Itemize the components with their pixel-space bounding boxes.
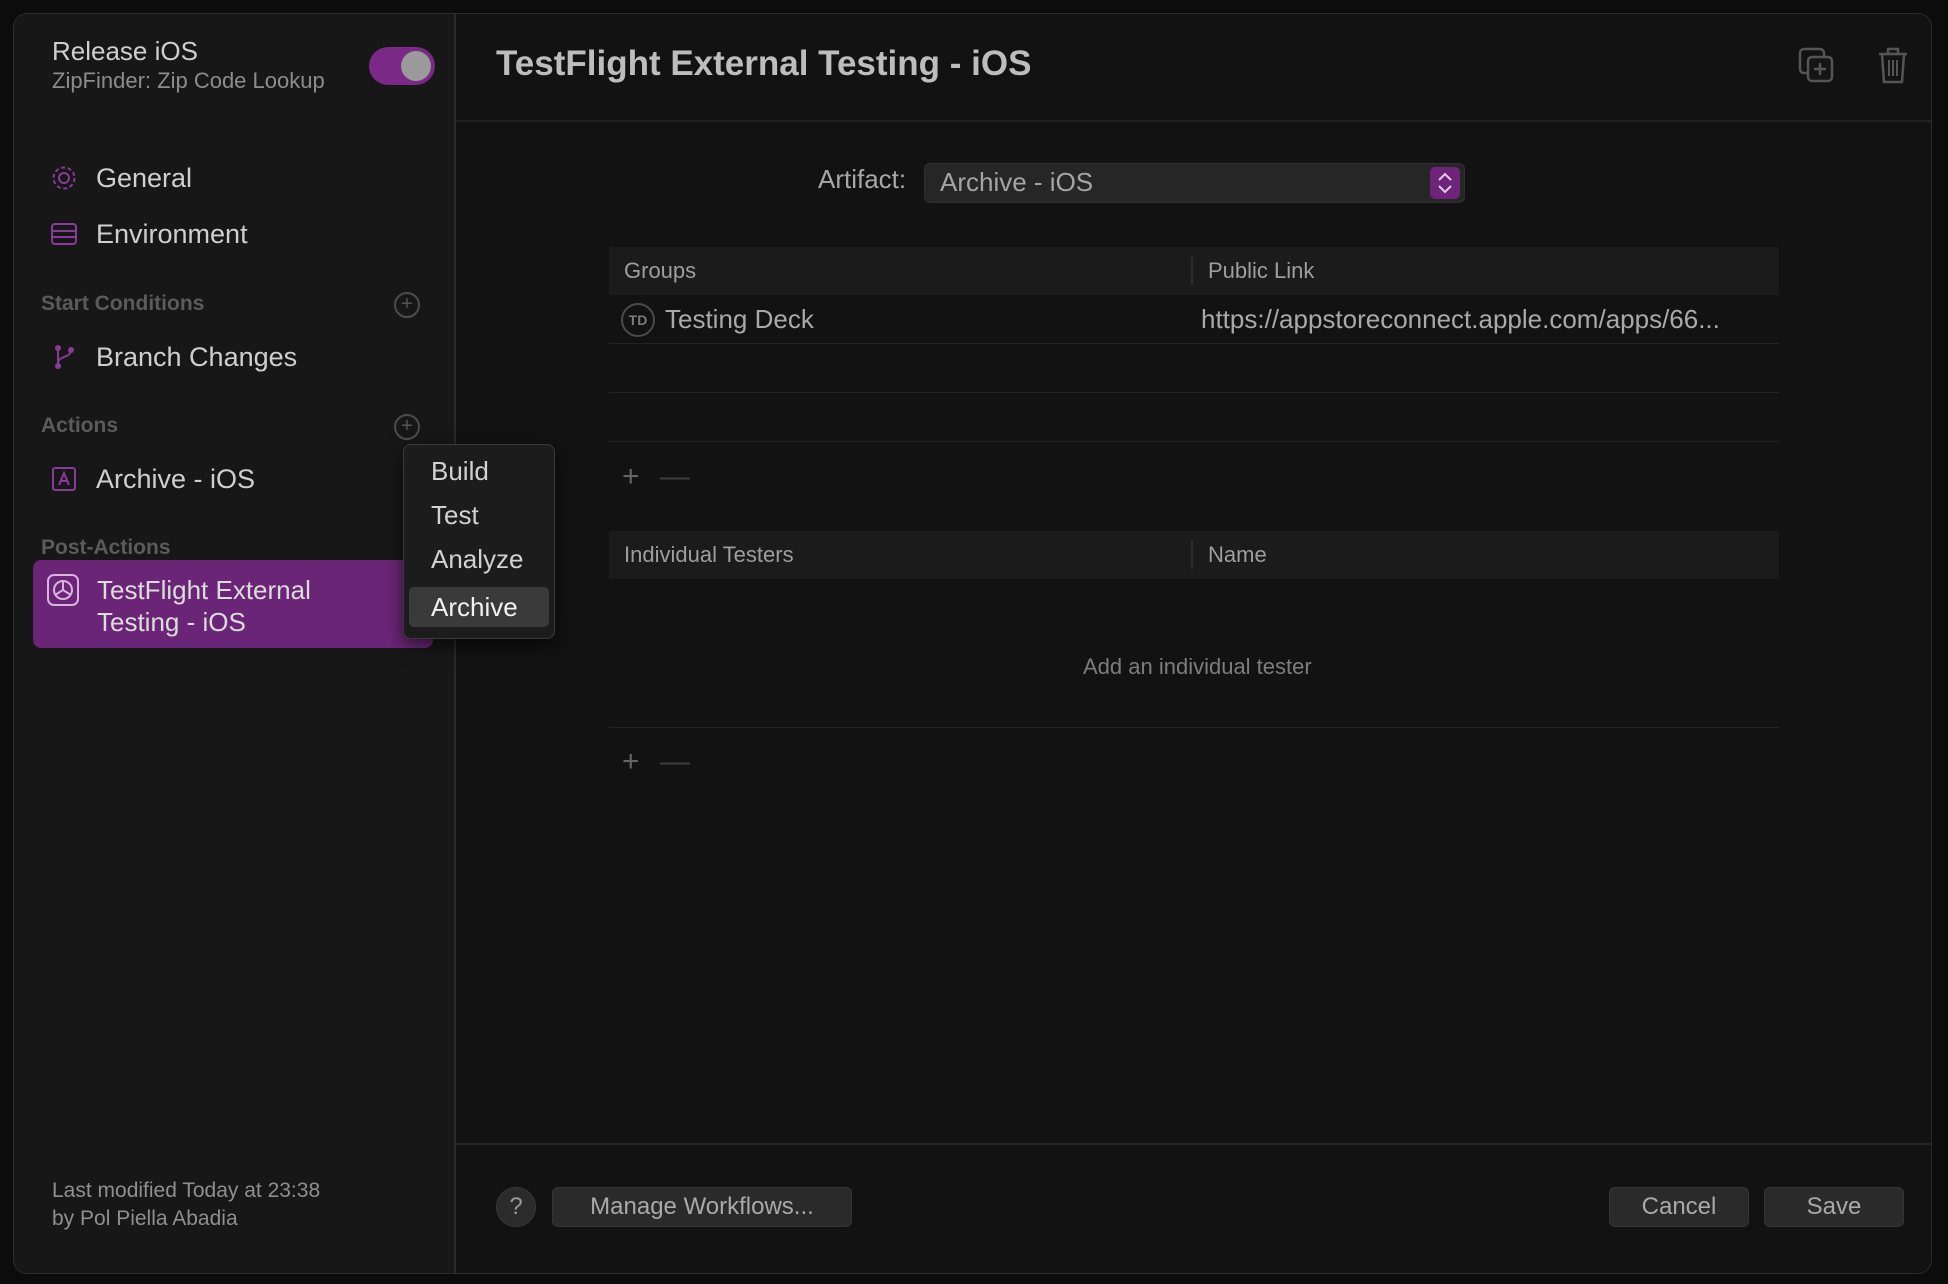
- last-modified-author: by Pol Piella Abadia: [52, 1207, 238, 1230]
- column-header-public-link[interactable]: Public Link: [1208, 247, 1314, 295]
- add-tester-button[interactable]: +: [622, 745, 640, 779]
- section-start-conditions: Start Conditions: [41, 292, 205, 315]
- artifact-select[interactable]: Archive - iOS: [924, 163, 1465, 203]
- last-modified-date: Last modified Today at 23:38: [52, 1179, 321, 1202]
- trash-icon[interactable]: [1873, 46, 1913, 86]
- sidebar-item-testflight-external[interactable]: TestFlight External Testing - iOS: [33, 560, 433, 648]
- add-action-menu: Build Test Analyze Archive: [403, 444, 555, 639]
- artifact-label: Artifact:: [818, 164, 907, 194]
- main-panel: TestFlight External Testing - iOS Artifa…: [456, 14, 1931, 1273]
- menu-item-archive[interactable]: Archive: [409, 587, 549, 627]
- empty-state-message[interactable]: Add an individual tester: [1083, 654, 1312, 680]
- bottom-bar: ? Manage Workflows... Cancel Save: [456, 1143, 1931, 1273]
- sidebar-item-archive-ios[interactable]: Archive - iOS: [48, 459, 255, 499]
- column-header-individual-testers[interactable]: Individual Testers: [624, 531, 794, 579]
- save-button[interactable]: Save: [1764, 1187, 1904, 1227]
- group-name: Testing Deck: [665, 304, 814, 334]
- add-action-button[interactable]: +: [394, 414, 420, 440]
- avatar: TD: [621, 303, 655, 337]
- last-modified: Last modified Today at 23:38 by Pol Piel…: [52, 1177, 320, 1233]
- table-row-empty: [609, 393, 1779, 442]
- archive-icon: [48, 463, 80, 495]
- sidebar-item-environment[interactable]: Environment: [48, 214, 248, 254]
- column-divider: [1191, 257, 1193, 285]
- sidebar-item-label-line2: Testing - iOS: [97, 607, 246, 637]
- add-group-button[interactable]: +: [622, 460, 640, 494]
- sidebar-item-label: General: [96, 162, 193, 193]
- sidebar: Release iOS ZipFinder: Zip Code Lookup G…: [14, 14, 456, 1273]
- table-row[interactable]: TD Testing Deck https://appstoreconnect.…: [609, 295, 1779, 344]
- sidebar-item-branch-changes[interactable]: Branch Changes: [48, 337, 297, 377]
- toggle-knob: [401, 51, 431, 81]
- testers-table-header: Individual Testers Name: [609, 531, 1779, 579]
- menu-item-analyze[interactable]: Analyze: [409, 539, 549, 579]
- workflow-title: Release iOS: [52, 36, 198, 66]
- sidebar-item-label: Environment: [96, 218, 248, 249]
- workflow-enabled-toggle[interactable]: [369, 47, 435, 85]
- table-row-empty: [609, 344, 1779, 393]
- remove-group-button[interactable]: —: [660, 460, 690, 494]
- menu-item-test[interactable]: Test: [409, 495, 549, 535]
- column-header-groups[interactable]: Groups: [624, 247, 696, 295]
- column-header-name[interactable]: Name: [1208, 531, 1267, 579]
- column-divider: [1191, 541, 1193, 569]
- sidebar-item-general[interactable]: General: [48, 158, 192, 198]
- sidebar-item-label: Branch Changes: [96, 341, 298, 372]
- cancel-button[interactable]: Cancel: [1609, 1187, 1749, 1227]
- chevron-updown-icon: [1430, 167, 1460, 199]
- testers-table: Individual Testers Name: [609, 531, 1779, 728]
- main-header: TestFlight External Testing - iOS: [456, 14, 1931, 122]
- public-link[interactable]: https://appstoreconnect.apple.com/apps/6…: [1201, 295, 1720, 343]
- testflight-icon: [47, 574, 79, 606]
- section-post-actions: Post-Actions: [41, 536, 171, 559]
- manage-workflows-button[interactable]: Manage Workflows...: [552, 1187, 852, 1227]
- sidebar-item-label: Archive - iOS: [96, 463, 256, 494]
- page-title: TestFlight External Testing - iOS: [496, 44, 1032, 83]
- gear-icon: [48, 162, 80, 194]
- branch-icon: [48, 341, 80, 373]
- sidebar-item-label-line1: TestFlight External: [97, 575, 311, 605]
- workflow-editor-sheet: Release iOS ZipFinder: Zip Code Lookup G…: [13, 13, 1932, 1274]
- groups-table: Groups Public Link TD Testing Deck https…: [609, 247, 1779, 442]
- help-button[interactable]: ?: [496, 1187, 536, 1227]
- add-start-condition-button[interactable]: +: [394, 292, 420, 318]
- artifact-value: Archive - iOS: [940, 167, 1094, 197]
- section-actions: Actions: [41, 414, 119, 437]
- groups-table-header: Groups Public Link: [609, 247, 1779, 295]
- duplicate-icon[interactable]: [1797, 46, 1837, 86]
- workflow-subtitle: ZipFinder: Zip Code Lookup: [52, 68, 325, 93]
- remove-tester-button[interactable]: —: [660, 745, 690, 779]
- server-icon: [48, 218, 80, 250]
- menu-item-build[interactable]: Build: [409, 451, 549, 491]
- sidebar-item-label: TestFlight External Testing - iOS: [97, 574, 311, 638]
